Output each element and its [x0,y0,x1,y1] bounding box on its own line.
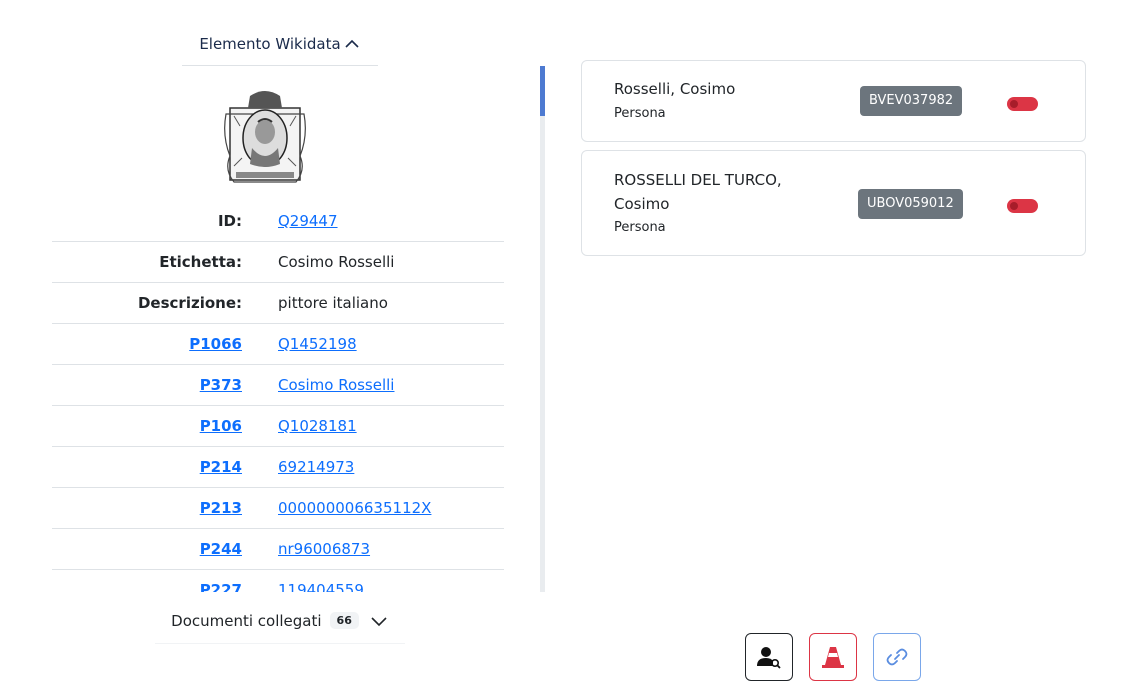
property-row-p1066: P1066 Q1452198 [52,324,504,365]
search-person-button[interactable] [745,633,793,681]
authority-type: Persona [614,220,666,235]
property-value-link[interactable]: 119404559 [278,581,364,592]
authority-title: Rosselli, Cosimo [614,80,736,98]
traffic-cone-icon [822,647,844,668]
property-key-link[interactable]: P106 [52,417,242,435]
property-key-link[interactable]: P213 [52,499,242,517]
property-key-link[interactable]: P214 [52,458,242,476]
cone-button[interactable] [809,633,857,681]
property-key-link[interactable]: P244 [52,540,242,558]
app-window: Elemento Wikidata ID: Q29447 Etichetta: … [0,0,1137,695]
link-icon [886,648,908,666]
person-search-icon [757,647,781,669]
linked-documents-label: Documenti collegati [171,611,322,630]
property-row-p213: P213 000000006635112X [52,488,504,529]
portrait-image [224,91,306,183]
authority-toggle[interactable] [1007,199,1038,213]
authority-card: Rosselli, Cosimo Persona BVEV037982 [581,60,1086,142]
authority-toggle[interactable] [1007,97,1038,111]
scrollbar-track[interactable] [540,66,545,592]
scrollbar-thumb[interactable] [540,66,545,116]
wikidata-toggle[interactable]: Elemento Wikidata [182,22,378,66]
property-row-description: Descrizione: pittore italiano [52,283,504,324]
property-value-link[interactable]: Q1028181 [278,417,357,435]
property-row-p227: P227 119404559 [52,570,504,592]
property-key: Etichetta: [159,253,242,271]
property-value-link[interactable]: 69214973 [278,458,354,476]
property-key-link[interactable]: P1066 [52,335,242,353]
authority-card: ROSSELLI DEL TURCO, Cosimo Persona UBOV0… [581,150,1086,256]
authority-type: Persona [614,106,666,121]
property-value-link[interactable]: Q29447 [278,212,338,230]
property-row-p244: P244 nr96006873 [52,529,504,570]
authority-code-badge: UBOV059012 [858,189,963,219]
wikidata-title: Elemento Wikidata [199,34,341,53]
authority-code-badge: BVEV037982 [860,86,963,116]
property-key-link[interactable]: P373 [52,376,242,394]
property-key-link[interactable]: P227 [52,581,242,592]
chevron-down-icon [371,616,387,626]
wikidata-properties-table: ID: Q29447 Etichetta: Cosimo Rosselli De… [52,201,504,592]
property-value-link[interactable]: Cosimo Rosselli [278,376,394,394]
property-row-label: Etichetta: Cosimo Rosselli [52,242,504,283]
property-value-link[interactable]: Q1452198 [278,335,357,353]
property-row-p373: P373 Cosimo Rosselli [52,365,504,406]
property-row-p214: P214 69214973 [52,447,504,488]
link-button[interactable] [873,633,921,681]
property-row-p106: P106 Q1028181 [52,406,504,447]
linked-documents-count: 66 [329,612,359,629]
property-value-link[interactable]: nr96006873 [278,540,370,558]
property-key: ID: [217,212,242,230]
property-value: pittore italiano [278,294,388,312]
linked-documents-toggle[interactable]: Documenti collegati 66 [155,598,405,644]
property-value: Cosimo Rosselli [278,253,395,271]
property-row-id: ID: Q29447 [52,201,504,242]
property-key: Descrizione: [137,294,242,312]
authority-title: ROSSELLI DEL TURCO, Cosimo [614,171,782,213]
chevron-up-icon [345,39,359,48]
property-value-link[interactable]: 000000006635112X [278,499,431,517]
